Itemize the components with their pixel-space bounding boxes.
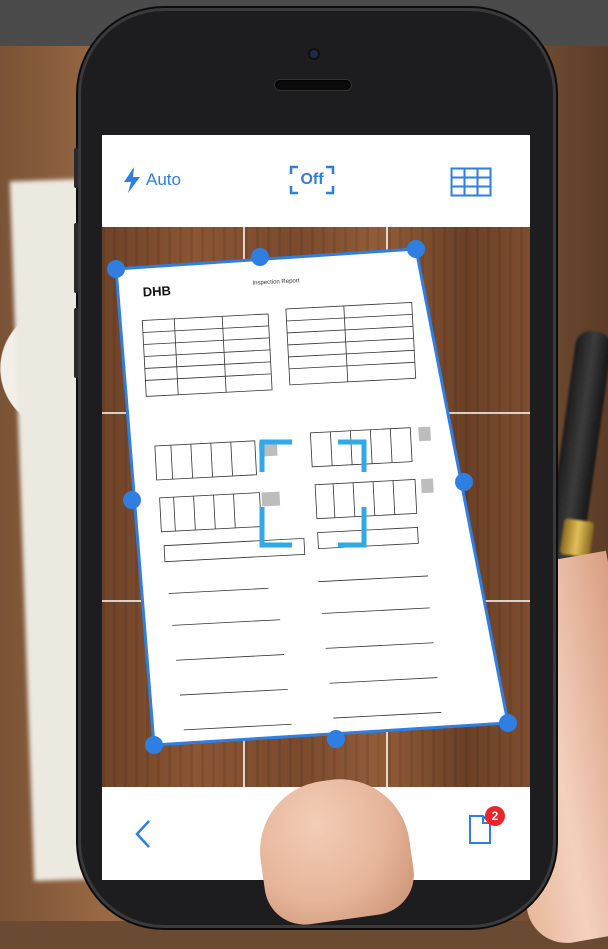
- grid-view-icon: [450, 167, 492, 197]
- document-logo: DHB: [142, 283, 171, 299]
- earpiece-speaker: [275, 80, 351, 90]
- chevron-left-icon: [135, 820, 150, 848]
- grid-view-button[interactable]: [450, 167, 492, 202]
- camera-toolbar: Auto Off: [102, 135, 530, 227]
- crop-handle-bottom-left[interactable]: [145, 736, 163, 754]
- crop-handle-left[interactable]: [123, 491, 141, 509]
- background-pen-cap: [559, 518, 595, 558]
- scanned-documents-button[interactable]: 2: [467, 806, 505, 851]
- camera-viewfinder[interactable]: DHB Inspection Report: [102, 227, 530, 787]
- document-count-badge: 2: [485, 806, 505, 826]
- crop-handle-bottom[interactable]: [327, 730, 345, 748]
- lightning-bolt-icon: [124, 167, 140, 193]
- mute-switch: [74, 148, 78, 188]
- volume-down-button: [74, 308, 78, 378]
- flash-mode-label: Auto: [146, 170, 181, 189]
- detected-document: DHB Inspection Report: [107, 240, 517, 754]
- crop-handle-top-left[interactable]: [107, 260, 125, 278]
- volume-up-button: [74, 223, 78, 293]
- crop-handle-right[interactable]: [455, 473, 473, 491]
- phone-screen: Auto Off DHB Inspection Report 2: [102, 135, 530, 880]
- crop-handle-top-right[interactable]: [407, 240, 425, 258]
- front-camera: [310, 50, 318, 58]
- crop-handle-top[interactable]: [251, 248, 269, 266]
- perspective-frame-icon: [289, 165, 335, 195]
- crop-handle-bottom-right[interactable]: [499, 714, 517, 732]
- flash-mode-button[interactable]: Auto: [122, 167, 181, 193]
- back-button[interactable]: [134, 819, 152, 854]
- perspective-toggle-button[interactable]: Off: [289, 165, 335, 195]
